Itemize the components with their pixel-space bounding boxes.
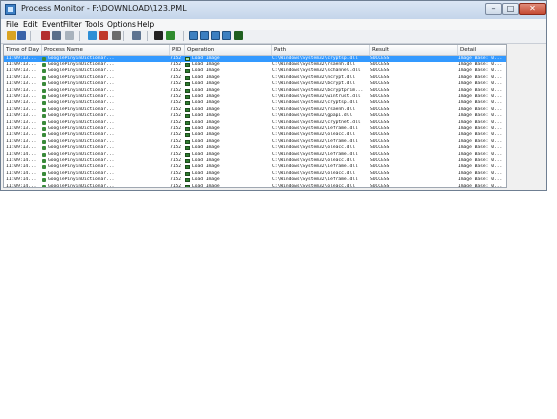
process-icon [42,101,46,106]
find-icon[interactable] [154,31,163,40]
load-image-icon [185,75,190,80]
toolbar-separator [79,31,80,41]
process-icon [42,146,46,151]
load-image-icon [185,146,190,151]
cell-time: 11:09:14... [6,183,37,188]
process-icon [42,133,46,138]
highlight-icon[interactable] [99,31,108,40]
process-icon [42,165,46,170]
load-image-icon [185,139,190,144]
process-icon [42,69,46,74]
autoscroll-icon[interactable] [52,31,61,40]
cell-pid: 7152 [170,183,182,188]
process-icon [42,120,46,125]
process-icon [42,75,46,80]
column-operation[interactable]: Operation [185,45,272,55]
column-process-name[interactable]: Process Name [42,45,170,55]
process-activity-icon[interactable] [222,31,231,40]
load-image-icon [185,165,190,170]
process-monitor-icon [5,4,16,15]
process-icon [42,171,46,176]
load-image-icon [185,88,190,93]
process-icon [42,114,46,119]
process-icon [42,139,46,144]
target-icon[interactable] [112,31,121,40]
window-title: Process Monitor - F:\DOWNLOAD\123.PML [21,4,187,13]
registry-activity-icon[interactable] [189,31,198,40]
column-result[interactable]: Result [370,45,458,55]
title-bar[interactable]: Process Monitor - F:\DOWNLOAD\123.PML – … [1,1,546,20]
menu-file[interactable]: File [4,19,21,30]
load-image-icon [185,101,190,106]
list-blank-area [507,44,546,188]
load-image-icon [185,69,190,74]
toolbar-separator [30,31,31,41]
column-time-of-day[interactable]: Time of Day [4,45,42,55]
column-pid[interactable]: PID [170,45,185,55]
toolbar [1,30,546,44]
process-tree-icon[interactable] [132,31,141,40]
column-path[interactable]: Path [272,45,370,55]
load-image-icon [185,82,190,87]
load-image-icon [185,62,190,67]
process-icon [42,94,46,99]
clear-icon[interactable] [65,31,74,40]
event-list[interactable]: Time of Day Process Name PID Operation P… [3,44,507,188]
menu-options[interactable]: Options [105,19,138,30]
menu-bar: File Edit Event Filter Tools Options Hel… [1,19,546,30]
load-image-icon [185,171,190,176]
load-image-icon [185,126,190,131]
load-image-icon [185,178,190,183]
maximize-button[interactable]: □ [502,3,519,15]
cell-path: C:\Windows\System32\oleacc.dll [272,183,355,188]
open-icon[interactable] [7,31,16,40]
cell-operation: Load Image [192,183,220,188]
load-image-icon [185,120,190,125]
process-icon [42,178,46,183]
network-activity-icon[interactable] [211,31,220,40]
profiling-icon[interactable] [234,31,243,40]
process-icon [42,126,46,131]
load-image-icon [185,133,190,138]
process-icon [42,62,46,67]
column-header-row: Time of Day Process Name PID Operation P… [4,45,506,56]
load-image-icon [185,107,190,112]
toolbar-separator [123,31,124,41]
table-row[interactable]: 11:09:14... GooglePinyinDictionar... 7152 L… [4,183,506,188]
close-button[interactable]: ✕ [519,3,546,15]
filter-icon[interactable] [88,31,97,40]
load-image-icon [185,56,190,61]
load-image-icon [185,184,190,187]
save-icon[interactable] [17,31,26,40]
toolbar-separator [147,31,148,41]
cell-detail: Image Base: 0... [458,183,503,188]
toolbar-separator [183,31,184,41]
menu-tools[interactable]: Tools [83,19,105,30]
process-monitor-window: Process Monitor - F:\DOWNLOAD\123.PML – … [0,0,547,191]
process-icon [42,107,46,112]
column-detail[interactable]: Detail [458,45,506,55]
process-icon [42,158,46,163]
process-icon [42,152,46,157]
capture-icon[interactable] [41,31,50,40]
menu-edit[interactable]: Edit [21,19,40,30]
jump-icon[interactable] [166,31,175,40]
cell-result: SUCCESS [370,183,390,188]
load-image-icon [185,158,190,163]
cell-process-name: GooglePinyinDictionar... [48,183,115,188]
load-image-icon [185,114,190,119]
process-icon [42,82,46,87]
process-icon [42,88,46,93]
process-icon [42,56,46,61]
menu-filter[interactable]: Filter [61,19,84,30]
load-image-icon [185,152,190,157]
load-image-icon [185,94,190,99]
file-activity-icon[interactable] [200,31,209,40]
minimize-button[interactable]: – [485,3,502,15]
menu-help[interactable]: Help [135,19,156,30]
process-icon [42,184,46,187]
